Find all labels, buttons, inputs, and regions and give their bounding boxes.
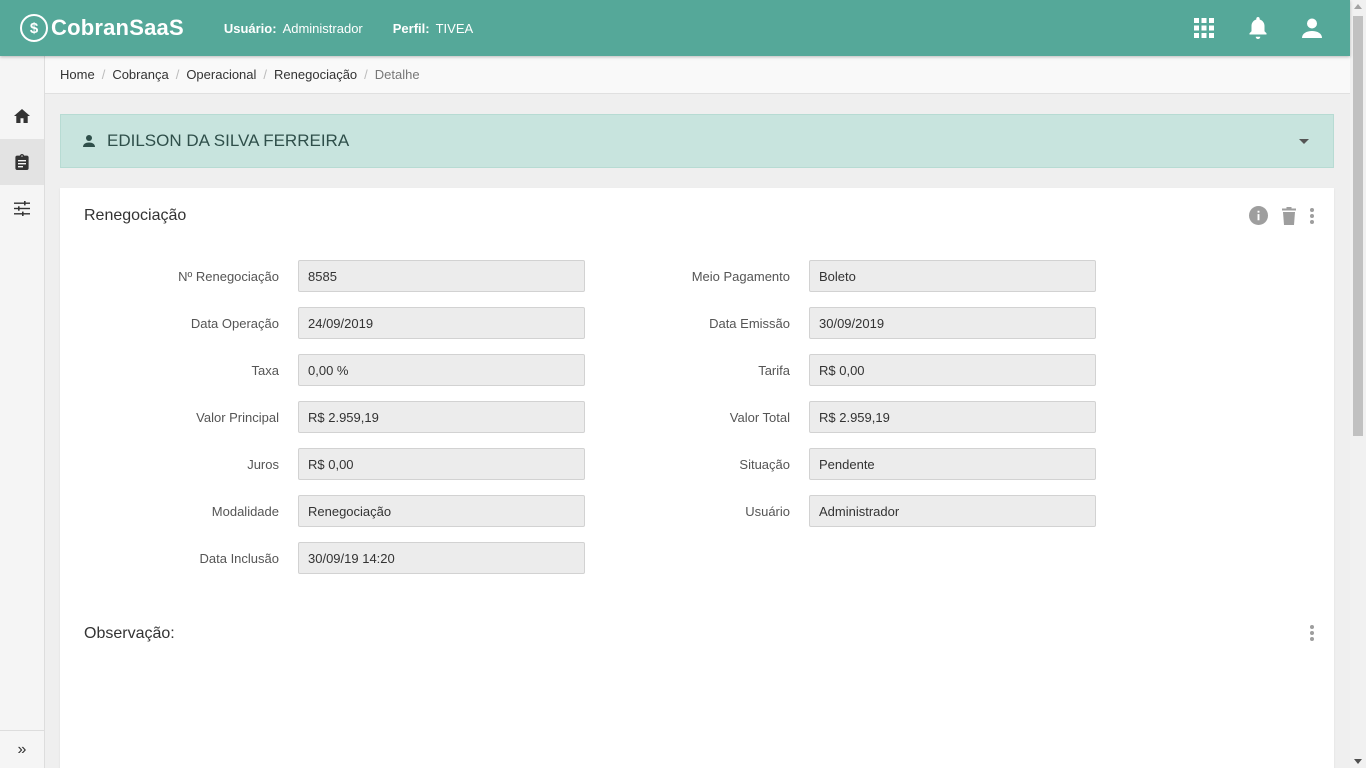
field-label: Tarifa	[758, 362, 790, 378]
profile-label: Perfil:	[392, 20, 430, 36]
field-meio-pagamento: Meio Pagamento Boleto	[60, 260, 1096, 292]
breadcrumb-operacional[interactable]: Operacional	[186, 67, 256, 82]
field-value-tarifa[interactable]: R$ 0,00	[809, 354, 1096, 386]
info-icon[interactable]	[1249, 206, 1268, 225]
sliders-icon	[14, 200, 30, 216]
profile-value: TIVEA	[435, 20, 474, 36]
field-label: Data Emissão	[709, 315, 790, 331]
scroll-down-arrow-icon[interactable]	[1354, 759, 1362, 764]
user-account-icon[interactable]	[1300, 16, 1324, 40]
field-situacao: Situação Pendente	[60, 448, 1096, 480]
field-label: Data Inclusão	[199, 550, 280, 566]
field-tarifa: Tarifa R$ 0,00	[60, 354, 1096, 386]
user-value: Administrador	[282, 20, 363, 36]
breadcrumb-cobranca[interactable]: Cobrança	[112, 67, 168, 82]
field-value-meio-pagamento[interactable]: Boleto	[809, 260, 1096, 292]
double-chevron-right-icon: »	[17, 740, 27, 758]
top-bar: $ CobranSaaS Usuário: Administrador Perf…	[0, 0, 1350, 56]
logo-coin-icon: $	[20, 14, 48, 42]
breadcrumb-current: Detalhe	[374, 67, 420, 82]
field-data-inclusao: Data Inclusão 30/09/19 14:20	[60, 542, 585, 574]
app-logo[interactable]: $ CobranSaaS	[20, 14, 184, 42]
breadcrumb-home[interactable]: Home	[60, 67, 95, 82]
person-icon	[83, 135, 95, 147]
field-value-data-inclusao[interactable]: 30/09/19 14:20	[298, 542, 585, 574]
sidebar-item-home[interactable]	[0, 93, 44, 139]
bell-icon[interactable]	[1246, 16, 1270, 40]
home-icon	[14, 109, 30, 123]
breadcrumb: Home / Cobrança / Operacional / Renegociaçã…	[45, 56, 1350, 94]
field-value-situacao[interactable]: Pendente	[809, 448, 1096, 480]
clipboard-icon	[15, 154, 29, 170]
field-label: Situação	[739, 456, 790, 472]
observation-more-vert-icon[interactable]	[1310, 625, 1314, 646]
client-header[interactable]: EDILSON DA SILVA FERREIRA	[60, 114, 1334, 168]
field-usuario: Usuário Administrador	[60, 495, 1096, 527]
field-value-usuario[interactable]: Administrador	[809, 495, 1096, 527]
field-label: Valor Total	[729, 409, 790, 425]
field-value-data-emissao[interactable]: 30/09/2019	[809, 307, 1096, 339]
field-label: Usuário	[745, 503, 790, 519]
apps-grid-icon[interactable]	[1192, 16, 1216, 40]
renegotiation-card: Renegociação Nº Renegociação 8585 Data O…	[60, 188, 1334, 768]
breadcrumb-renegociacao[interactable]: Renegociação	[274, 67, 357, 82]
field-value-valor-total[interactable]: R$ 2.959,19	[809, 401, 1096, 433]
sidebar-expand-button[interactable]: »	[0, 730, 44, 768]
field-valor-total: Valor Total R$ 2.959,19	[60, 401, 1096, 433]
logo-text: CobranSaaS	[51, 15, 184, 40]
page-scrollbar[interactable]	[1350, 0, 1366, 768]
trash-icon[interactable]	[1282, 206, 1296, 225]
expand-caret-icon[interactable]	[1299, 139, 1309, 144]
sidebar-item-settings[interactable]	[0, 185, 44, 231]
more-vert-icon[interactable]	[1310, 207, 1314, 224]
card-title: Renegociação	[84, 207, 187, 224]
scroll-up-arrow-icon[interactable]	[1354, 4, 1362, 9]
client-name: EDILSON DA SILVA FERREIRA	[107, 131, 350, 150]
scrollbar-thumb[interactable]	[1353, 16, 1363, 436]
field-data-emissao: Data Emissão 30/09/2019	[60, 307, 1096, 339]
observation-title: Observação:	[84, 625, 175, 642]
sidebar: »	[0, 56, 45, 768]
sidebar-item-cobranca[interactable]	[0, 139, 44, 185]
user-label: Usuário:	[223, 20, 277, 36]
field-label: Meio Pagamento	[691, 268, 790, 284]
